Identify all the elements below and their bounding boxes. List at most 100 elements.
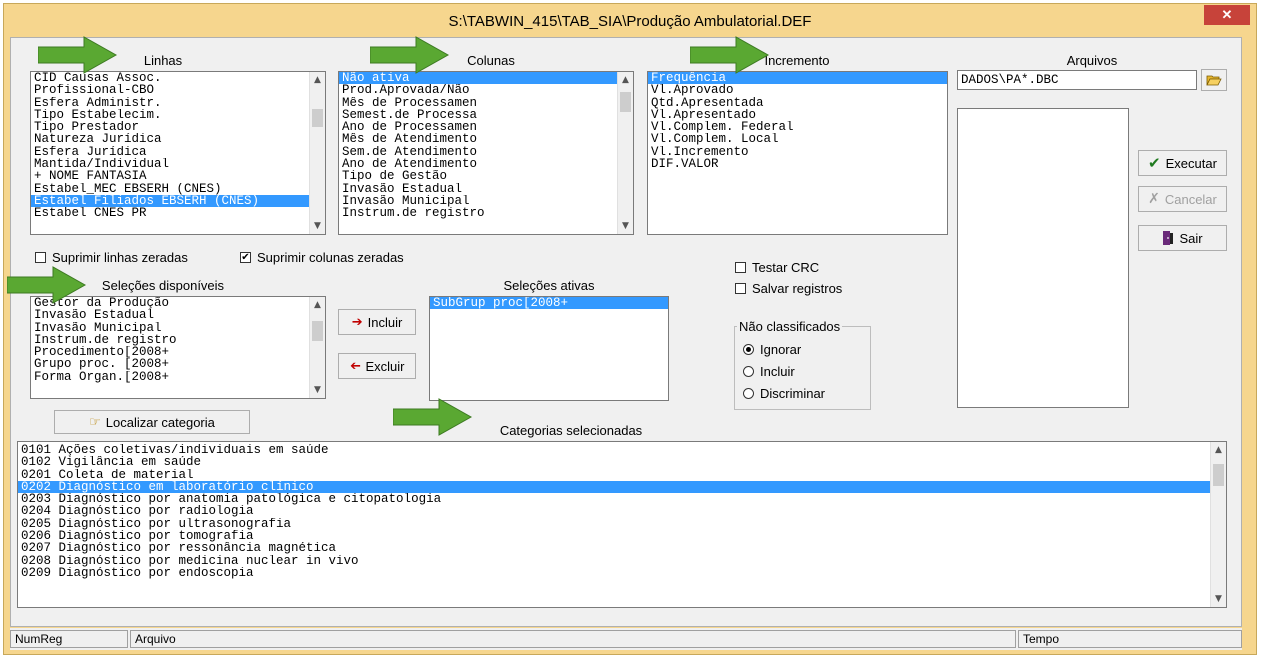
radio-discriminar[interactable]: Discriminar xyxy=(743,386,825,401)
executar-button[interactable]: ✔ Executar xyxy=(1138,150,1227,176)
scroll-thumb[interactable] xyxy=(1213,464,1224,486)
colunas-item[interactable]: Mês de Processamen xyxy=(339,97,633,109)
categoria-item[interactable]: 0102 Vigilância em saúde xyxy=(18,456,1226,468)
selecao-disponivel-item[interactable]: Forma Organ.[2008+ xyxy=(31,371,325,383)
incluir-button[interactable]: ➔ Incluir xyxy=(338,309,416,335)
categoria-item[interactable]: 0209 Diagnóstico por endoscopia xyxy=(18,567,1226,579)
linhas-listbox[interactable]: CID Causas Assoc. Profissional-CBO Esfera … xyxy=(30,71,326,235)
categorias-listbox[interactable]: 0101 Ações coletivas/individuais em saúd… xyxy=(17,441,1227,608)
colunas-item[interactable]: Sem.de Atendimento xyxy=(339,146,633,158)
selecao-disponivel-item[interactable]: Invasão Estadual xyxy=(31,309,325,321)
linhas-item[interactable]: Esfera Administr. xyxy=(31,97,325,109)
linhas-item[interactable]: Estabel Filiados EBSERH (CNES) xyxy=(31,194,325,208)
colunas-item[interactable]: Ano de Atendimento xyxy=(339,158,633,170)
linhas-item[interactable]: Estabel CNES PR xyxy=(31,207,325,219)
incremento-item[interactable]: Vl.Incremento xyxy=(648,146,947,158)
linhas-item[interactable]: Tipo Estabelecim. xyxy=(31,109,325,121)
scroll-thumb[interactable] xyxy=(312,321,323,341)
scroll-thumb[interactable] xyxy=(620,92,631,112)
disponiveis-scrollbar[interactable]: ▲ ▼ xyxy=(309,297,325,398)
cancel-x-icon: ✗ xyxy=(1148,191,1160,207)
radio-incluir[interactable]: Incluir xyxy=(743,364,795,379)
scroll-down-icon[interactable]: ▼ xyxy=(310,218,325,234)
categoria-item[interactable]: 0204 Diagnóstico por radiologia xyxy=(18,505,1226,517)
categorias-scrollbar[interactable]: ▲ ▼ xyxy=(1210,442,1226,607)
arquivos-listbox[interactable] xyxy=(957,108,1129,408)
excluir-button[interactable]: ➔ Excluir xyxy=(338,353,416,379)
checkbox-box[interactable] xyxy=(35,252,46,263)
incremento-listbox[interactable]: Frequência Vl.Aprovado Qtd.Apresentada Vl.A… xyxy=(647,71,948,235)
title-bar[interactable]: S:\TABWIN_415\TAB_SIA\Produção Ambulator… xyxy=(4,4,1256,40)
scroll-down-icon[interactable]: ▼ xyxy=(310,382,325,398)
categoria-item[interactable]: 0206 Diagnóstico por tomografia xyxy=(18,530,1226,542)
radio-dot[interactable] xyxy=(743,388,754,399)
linhas-item[interactable]: Esfera Jurídica xyxy=(31,146,325,158)
selecao-disponivel-item[interactable]: Instrum.de registro xyxy=(31,334,325,346)
scroll-down-icon[interactable]: ▼ xyxy=(618,218,633,234)
linhas-item[interactable]: Profissional-CBO xyxy=(31,84,325,96)
browse-files-button[interactable] xyxy=(1201,69,1227,91)
selecoes-disponiveis-listbox[interactable]: Gestor da Produção Invasão Estadual Invasã… xyxy=(30,296,326,399)
salvar-registros-checkbox[interactable]: Salvar registros xyxy=(735,281,842,296)
colunas-item[interactable]: Prod.Aprovada/Não xyxy=(339,84,633,96)
incremento-item[interactable]: DIF.VALOR xyxy=(648,158,947,170)
linhas-item[interactable]: Estabel_MEC EBSERH (CNES) xyxy=(31,183,325,195)
colunas-scrollbar[interactable]: ▲ ▼ xyxy=(617,72,633,234)
selecao-disponivel-item[interactable]: Invasão Municipal xyxy=(31,322,325,334)
close-button[interactable]: ✕ xyxy=(1204,5,1250,25)
colunas-item[interactable]: Tipo de Gestão xyxy=(339,170,633,182)
scroll-down-icon[interactable]: ▼ xyxy=(1211,591,1226,607)
categoria-item[interactable]: 0201 Coleta de material xyxy=(18,469,1226,481)
categoria-item[interactable]: 0101 Ações coletivas/individuais em saúd… xyxy=(18,444,1226,456)
colunas-items: Não ativa Prod.Aprovada/Não Mês de Process… xyxy=(339,72,633,220)
categoria-item[interactable]: 0202 Diagnóstico em laboratório clínico xyxy=(18,480,1226,494)
scroll-up-icon[interactable]: ▲ xyxy=(618,72,633,88)
suprimir-linhas-checkbox[interactable]: Suprimir linhas zeradas xyxy=(35,250,188,265)
testar-crc-label: Testar CRC xyxy=(752,260,820,275)
localizar-categoria-button[interactable]: ☞ Localizar categoria xyxy=(54,410,250,434)
suprimir-colunas-checkbox[interactable]: ✔ Suprimir colunas zeradas xyxy=(240,250,404,265)
categoria-item[interactable]: 0203 Diagnóstico por anatomia patológica… xyxy=(18,493,1226,505)
colunas-item[interactable]: Semest.de Processa xyxy=(339,109,633,121)
linhas-item[interactable]: Natureza Jurídica xyxy=(31,133,325,145)
categoria-item[interactable]: 0205 Diagnóstico por ultrasonografia xyxy=(18,518,1226,530)
linhas-item[interactable]: Mantida/Individual xyxy=(31,158,325,170)
colunas-item[interactable]: Ano de Processamen xyxy=(339,121,633,133)
incremento-item[interactable]: Vl.Apresentado xyxy=(648,109,947,121)
testar-crc-checkbox[interactable]: Testar CRC xyxy=(735,260,819,275)
arquivos-input[interactable]: DADOS\PA*.DBC xyxy=(957,70,1197,90)
colunas-listbox[interactable]: Não ativa Prod.Aprovada/Não Mês de Process… xyxy=(338,71,634,235)
linhas-scrollbar[interactable]: ▲ ▼ xyxy=(309,72,325,234)
linhas-item[interactable]: + NOME FANTASIA xyxy=(31,170,325,182)
incremento-item[interactable]: Vl.Complem. Local xyxy=(648,133,947,145)
checkbox-box[interactable] xyxy=(735,262,746,273)
scroll-up-icon[interactable]: ▲ xyxy=(310,72,325,88)
scroll-up-icon[interactable]: ▲ xyxy=(1211,442,1226,458)
incremento-items: Frequência Vl.Aprovado Qtd.Apresentada Vl.A… xyxy=(648,72,947,170)
radio-dot[interactable] xyxy=(743,344,754,355)
incremento-item[interactable]: Vl.Aprovado xyxy=(648,84,947,96)
selecao-disponivel-item[interactable]: Procedimento[2008+ xyxy=(31,346,325,358)
scroll-up-icon[interactable]: ▲ xyxy=(310,297,325,313)
annotation-arrow-icon xyxy=(38,36,118,74)
selecoes-ativas-listbox[interactable]: SubGrup proc[2008+ xyxy=(429,296,669,401)
colunas-item[interactable]: Invasão Municipal xyxy=(339,195,633,207)
selecao-disponivel-item[interactable]: Grupo proc. [2008+ xyxy=(31,358,325,370)
radio-dot[interactable] xyxy=(743,366,754,377)
sair-button[interactable]: Sair xyxy=(1138,225,1227,251)
selecao-ativa-item[interactable]: SubGrup proc[2008+ xyxy=(430,297,668,310)
checkbox-box[interactable] xyxy=(735,283,746,294)
cancelar-button[interactable]: ✗ Cancelar xyxy=(1138,186,1227,212)
arquivos-header: Arquivos xyxy=(1066,53,1118,68)
categoria-item[interactable]: 0208 Diagnóstico por medicina nuclear in… xyxy=(18,555,1226,567)
incremento-item[interactable]: Vl.Complem. Federal xyxy=(648,121,947,133)
categoria-item[interactable]: 0207 Diagnóstico por ressonância magnéti… xyxy=(18,542,1226,554)
colunas-item[interactable]: Invasão Estadual xyxy=(339,183,633,195)
colunas-item[interactable]: Mês de Atendimento xyxy=(339,133,633,145)
colunas-item[interactable]: Instrum.de registro xyxy=(339,207,633,219)
radio-ignorar[interactable]: Ignorar xyxy=(743,342,801,357)
linhas-item[interactable]: Tipo Prestador xyxy=(31,121,325,133)
scroll-thumb[interactable] xyxy=(312,109,323,127)
checkbox-box[interactable]: ✔ xyxy=(240,252,251,263)
incremento-item[interactable]: Qtd.Apresentada xyxy=(648,97,947,109)
